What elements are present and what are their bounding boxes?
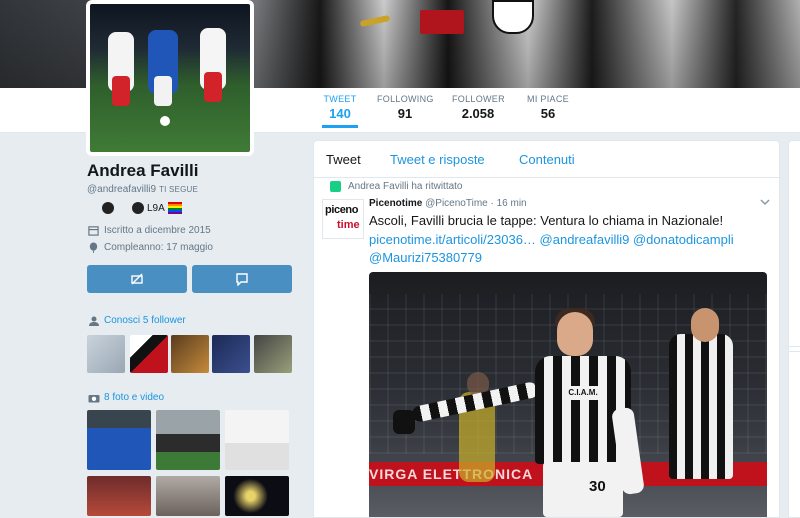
profile-name[interactable]: Andrea Favilli — [87, 161, 198, 181]
media-thumbnail[interactable] — [87, 410, 151, 470]
avatar-logo-text: time — [337, 219, 360, 231]
emoji-black-circle — [102, 202, 114, 214]
emoji-white-circle — [117, 202, 129, 214]
known-followers-text: Conosci 5 follower — [104, 315, 186, 326]
player-shorts — [543, 462, 623, 517]
banner-club-crest — [492, 0, 534, 34]
tweet-header: Picenotime @PicenoTime · 16 min — [369, 198, 527, 209]
follows-you-badge: TI SEGUE — [159, 185, 199, 194]
birthday: Compleanno: 17 maggio — [88, 242, 213, 253]
message-button[interactable] — [192, 265, 292, 293]
profile-handle-line: @andreafavilli9 TI SEGUE — [87, 184, 198, 195]
follower-avatar[interactable] — [87, 335, 125, 373]
joined-text: Iscritto a dicembre 2015 — [104, 225, 211, 236]
tweet-mention[interactable]: @donatodicampli — [633, 232, 734, 247]
shirt-sponsor: C.I.A.M. — [563, 386, 603, 400]
avatar-player-center — [148, 30, 178, 106]
retweet-label[interactable]: Andrea Favilli ha ritwittato — [348, 181, 463, 192]
rainbow-flag-icon — [167, 202, 182, 214]
avatar-player-left — [108, 32, 134, 106]
profile-sidebar: Andrea Favilli @andreafavilli9 TI SEGUE L… — [0, 133, 305, 516]
joined-date: Iscritto a dicembre 2015 — [88, 225, 211, 236]
stat-follower[interactable]: FOLLOWER 2.058 — [452, 94, 505, 121]
shorts-number: 30 — [589, 478, 606, 495]
people-icon — [89, 316, 99, 326]
tweet-photo[interactable]: VIRGA ELETTRONICA C.I.A.M. 30 — [369, 272, 767, 517]
follower-avatar[interactable] — [212, 335, 250, 373]
player-head — [557, 312, 593, 356]
message-icon — [236, 273, 248, 286]
follower-avatar[interactable] — [171, 335, 209, 373]
tab-tweet[interactable]: Tweet — [326, 152, 361, 167]
profile-handle[interactable]: @andreafavilli9 — [87, 184, 156, 195]
teammate-player-head — [691, 308, 719, 342]
profile-bio: L9A — [87, 201, 182, 215]
stat-mi-piace[interactable]: MI PIACE 56 — [526, 94, 570, 121]
divider — [789, 351, 800, 352]
camera-icon — [88, 394, 100, 402]
mute-button[interactable] — [87, 265, 187, 293]
tab-tweet-e-risposte[interactable]: Tweet e risposte — [390, 152, 485, 167]
stat-tweet[interactable]: TWEET 140 — [322, 94, 358, 128]
tweet-text: Ascoli, Favilli brucia le tappe: Ventura… — [369, 212, 774, 268]
stat-label: FOLLOWER — [452, 94, 505, 104]
tweet-mention[interactable]: @andreafavilli9 — [540, 232, 630, 247]
mute-icon — [131, 273, 143, 285]
calendar-icon — [88, 226, 99, 236]
divider — [789, 346, 800, 347]
retweet-icon — [330, 181, 341, 192]
tweet-author-handle[interactable]: @PicenoTime — [425, 198, 488, 209]
timeline: Tweet Tweet e risposte Contenuti Andrea … — [313, 140, 780, 518]
avatar-ball — [160, 116, 170, 126]
emoji-white-circle — [87, 202, 99, 214]
tweet-mention[interactable]: @Maurizi75380779 — [369, 250, 482, 265]
player-glove — [393, 410, 415, 434]
tweet-author-avatar[interactable]: piceno time — [322, 199, 364, 239]
media-thumbnail[interactable] — [87, 476, 151, 516]
stat-label: MI PIACE — [527, 94, 569, 104]
media-title: 8 foto e video — [104, 392, 165, 403]
follower-avatar[interactable] — [254, 335, 292, 373]
tweet-link[interactable]: picenotime.it/articoli/23036… — [369, 232, 536, 247]
avatar-logo-text: piceno — [325, 204, 359, 216]
birthday-text: Compleanno: 17 maggio — [104, 242, 213, 253]
known-followers-link[interactable]: Conosci 5 follower — [88, 315, 186, 326]
tweet-author-name[interactable]: Picenotime — [369, 198, 422, 209]
stat-value: 91 — [397, 106, 413, 121]
timeline-tabs: Tweet Tweet e risposte Contenuti — [314, 141, 779, 178]
media-thumbnail[interactable] — [156, 410, 220, 470]
stat-value: 56 — [540, 106, 556, 121]
media-thumbnail[interactable] — [156, 476, 220, 516]
celebrating-player: C.I.A.M. 30 — [393, 308, 645, 517]
stat-label: FOLLOWING — [377, 94, 434, 104]
chevron-down-icon[interactable] — [760, 197, 770, 207]
banner-sponsor-logo — [420, 10, 464, 34]
tweet-time[interactable]: · 16 min — [491, 198, 527, 209]
teammate-player — [669, 334, 733, 479]
tab-contenuti[interactable]: Contenuti — [519, 152, 575, 167]
stat-following[interactable]: FOLLOWING 91 — [377, 94, 433, 121]
media-link[interactable]: 8 foto e video — [88, 392, 164, 403]
stat-label: TWEET — [323, 94, 357, 104]
media-thumbnail[interactable] — [225, 410, 289, 470]
media-thumbnail[interactable] — [225, 476, 289, 516]
emoji-black-circle — [132, 202, 144, 214]
bio-text: L9A — [147, 202, 165, 214]
stat-value: 2.058 — [461, 106, 495, 121]
balloon-icon — [89, 242, 98, 253]
follower-avatar[interactable] — [130, 335, 168, 373]
stat-value: 140 — [329, 106, 351, 121]
tweet-body: Ascoli, Favilli brucia le tappe: Ventura… — [369, 213, 724, 228]
avatar-player-right — [200, 28, 226, 102]
right-sidebar-edge — [788, 140, 800, 518]
retweet-context: Andrea Favilli ha ritwittato — [330, 181, 463, 192]
